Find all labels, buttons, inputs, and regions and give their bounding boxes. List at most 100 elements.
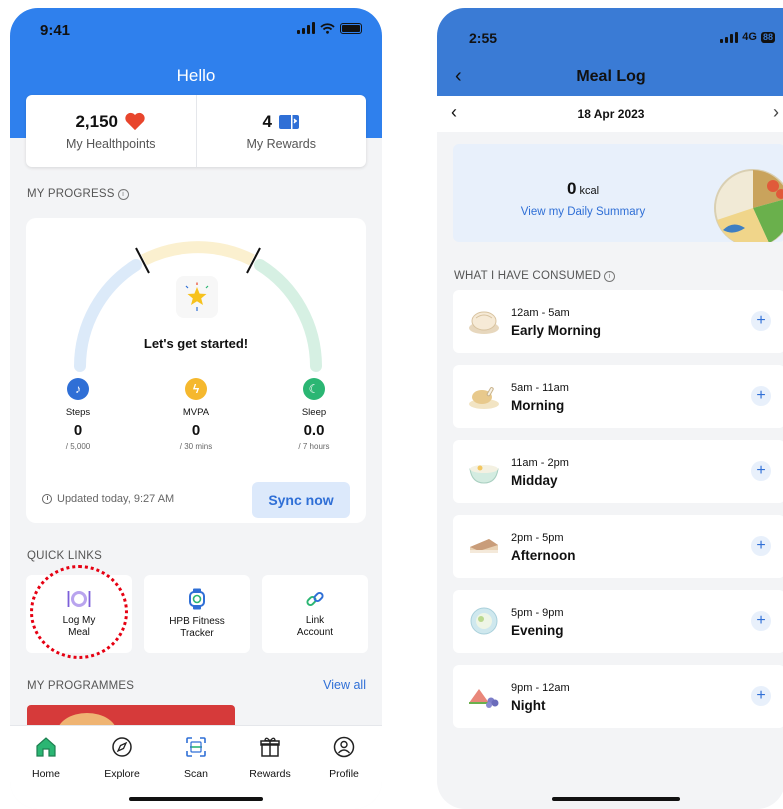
meal-time: 12am - 5am: [511, 307, 570, 319]
tab-profile[interactable]: Profile: [314, 736, 374, 780]
programmes-label: MY PROGRAMMES: [27, 680, 135, 692]
add-meal-button[interactable]: +: [751, 536, 771, 556]
tab-scan[interactable]: Scan: [166, 736, 226, 780]
tab-home[interactable]: Home: [16, 736, 76, 780]
mvpa-target: / 30 mins: [179, 442, 213, 451]
consumed-heading: WHAT I HAVE CONSUMED i: [454, 270, 616, 282]
meal-slot-morning[interactable]: 5am - 11am Morning +: [453, 365, 783, 428]
progress-message: Let's get started!: [143, 336, 249, 351]
meal-time: 9pm - 12am: [511, 682, 570, 694]
signal-icon-2: [720, 31, 739, 43]
meal-slot-evening[interactable]: 5pm - 9pm Evening +: [453, 590, 783, 653]
wifi-icon: [320, 22, 335, 34]
add-meal-button[interactable]: +: [751, 461, 771, 481]
signal-icon: [297, 22, 315, 34]
steps-target: / 5,000: [65, 442, 91, 451]
steps-metric: ♪ Steps 0 / 5,000: [38, 378, 118, 451]
quick-link-fitness-tracker[interactable]: HPB Fitness Tracker: [144, 575, 250, 653]
meal-time: 5am - 11am: [511, 382, 569, 394]
tab-explore[interactable]: Explore: [92, 736, 152, 780]
add-meal-button[interactable]: +: [751, 311, 771, 331]
home-indicator-2: [552, 797, 680, 801]
fruit-icon: [469, 689, 499, 708]
progress-card: Let's get started! ♪ Steps 0 / 5,000 ϟ M…: [26, 218, 366, 523]
rewards-label: My Rewards: [246, 136, 316, 151]
calorie-total: 0 kcal: [453, 179, 713, 199]
calorie-summary-card: 0 kcal View my Daily Summary: [453, 144, 783, 242]
mvpa-label: MVPA: [182, 407, 210, 418]
last-updated: Updated today, 9:27 AM: [42, 493, 174, 505]
add-meal-button[interactable]: +: [751, 386, 771, 406]
battery-icon: [340, 22, 362, 34]
updated-text: Updated today, 9:27 AM: [57, 493, 175, 505]
tab-explore-label: Explore: [104, 768, 140, 780]
sleep-metric: ☾ Sleep 0.0 / 7 hours: [274, 378, 354, 451]
meal-time: 5pm - 9pm: [511, 607, 564, 619]
home-icon: [36, 737, 56, 757]
meal-slot-early-morning[interactable]: 12am - 5am Early Morning +: [453, 290, 783, 353]
quick-links-label: QUICK LINKS: [27, 550, 103, 562]
progress-section-heading: MY PROGRESS i: [27, 188, 129, 200]
tab-home-label: Home: [31, 768, 60, 780]
add-meal-button[interactable]: +: [751, 611, 771, 631]
dumpling-icon: [469, 311, 499, 334]
star-badge: [176, 276, 218, 318]
bowl-icon: [469, 465, 499, 484]
meal-slot-night[interactable]: 9pm - 12am Night +: [453, 665, 783, 728]
moon-icon: ☾: [303, 378, 325, 400]
battery-level: 88: [760, 31, 775, 43]
tab-rewards-label: Rewards: [249, 768, 291, 780]
sync-now-button[interactable]: Sync now: [252, 482, 350, 518]
status-icons-2: 4G 88: [720, 31, 775, 43]
sleep-target: / 7 hours: [298, 442, 330, 451]
info-icon-2[interactable]: i: [604, 271, 616, 282]
next-day-button[interactable]: ›: [773, 102, 779, 123]
home-screen: 9:41 Hello 2,150 My Healthpoints 4 My Re…: [10, 8, 382, 809]
rewards-row: 4: [263, 112, 300, 132]
sleep-label: Sleep: [301, 407, 327, 418]
kcal-value: 0: [566, 179, 577, 198]
tab-rewards[interactable]: Rewards: [240, 736, 300, 780]
meal-name: Evening: [511, 623, 564, 638]
steps-value: 0: [73, 422, 83, 439]
view-all-link[interactable]: View all: [323, 678, 366, 692]
drumstick-icon: [469, 387, 499, 409]
rewards-value: 4: [262, 111, 272, 131]
cake-icon: [470, 539, 498, 553]
salad-plate-icon: [470, 607, 498, 635]
rewards-summary[interactable]: 4 My Rewards: [195, 95, 367, 167]
quick-link-link-account[interactable]: Link Account: [262, 575, 368, 653]
meal-name: Early Morning: [511, 323, 602, 338]
mvpa-metric: ϟ MVPA 0 / 30 mins: [156, 378, 236, 451]
meal-name: Night: [511, 698, 546, 713]
info-icon[interactable]: i: [117, 189, 129, 200]
home-indicator: [129, 797, 263, 801]
watch-icon: [189, 588, 205, 610]
meal-slot-midday[interactable]: 11am - 2pm Midday +: [453, 440, 783, 503]
gift-icon: [260, 737, 280, 757]
daily-summary-link[interactable]: View my Daily Summary: [453, 206, 713, 218]
meal-slot-afternoon[interactable]: 2pm - 5pm Afternoon +: [453, 515, 783, 578]
meal-name: Morning: [511, 398, 565, 413]
sleep-value: 0.0: [303, 422, 325, 439]
add-meal-button[interactable]: +: [751, 686, 771, 706]
meal-time: 2pm - 5pm: [511, 532, 564, 544]
kcal-unit: kcal: [579, 185, 600, 197]
star-icon: [185, 282, 209, 311]
profile-icon: [333, 736, 355, 758]
healthpoints-value: 2,150: [75, 111, 119, 131]
link-icon: [306, 591, 324, 607]
highlight-circle: [30, 565, 128, 659]
lightning-icon: ϟ: [185, 378, 207, 400]
points-card: 2,150 My Healthpoints 4 My Rewards: [26, 95, 366, 167]
compass-icon: [112, 737, 132, 757]
ticket-icon: [278, 114, 299, 129]
meal-log-title: Meal Log: [576, 68, 646, 85]
status-time-2: 2:55: [469, 30, 498, 46]
healthpoints-summary[interactable]: 2,150 My Healthpoints: [26, 95, 196, 167]
meal-log-screen: 2:55 4G 88 ‹ Meal Log ‹ 18 Apr 2023 › 0k…: [437, 8, 783, 809]
clock-icon: [42, 494, 52, 504]
heart-icon: [125, 112, 145, 131]
healthy-plate-illustration: [714, 169, 783, 242]
status-bar: 9:41: [10, 8, 382, 48]
